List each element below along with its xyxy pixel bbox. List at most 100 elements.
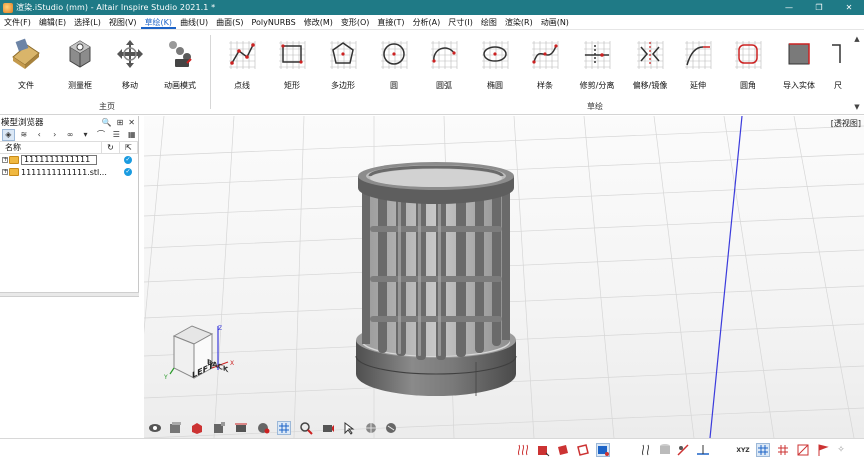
sphere-icon[interactable] — [256, 421, 270, 435]
visible-check-icon[interactable]: ✓ — [124, 156, 132, 164]
edge-select-icon[interactable] — [576, 443, 590, 457]
menu-analysis[interactable]: 分析(A) — [409, 16, 445, 29]
plane-icon[interactable] — [796, 443, 810, 457]
heat-icon[interactable] — [516, 443, 530, 457]
measure-button[interactable]: 测量框 — [57, 37, 103, 95]
tree-row[interactable]: + 1111111111111 ✓ — [0, 154, 138, 166]
menu-curve[interactable]: 曲线(U) — [176, 16, 212, 29]
snap-xyz-label[interactable]: XYZ — [736, 443, 750, 457]
extend-label: 延伸 — [690, 81, 706, 90]
flag-icon[interactable] — [816, 443, 830, 457]
grid-red-icon[interactable] — [776, 443, 790, 457]
trim-split-button[interactable]: 修剪/分离 — [574, 37, 620, 95]
link-icon[interactable]: ∞ — [64, 129, 76, 141]
chevron-down-icon[interactable]: ▾ — [79, 129, 91, 141]
offset-mirror-button[interactable]: 偏移/镜像 — [627, 37, 673, 95]
part-select-icon[interactable] — [596, 443, 610, 457]
expand-icon[interactable]: + — [2, 157, 8, 163]
grid-icon[interactable]: ▦ — [126, 129, 138, 141]
chevron-left-icon[interactable]: ‹ — [33, 129, 45, 141]
menu-select[interactable]: 选择(L) — [70, 16, 105, 29]
dimension-button[interactable]: 尺 — [828, 37, 848, 95]
close-button[interactable]: ✕ — [834, 0, 864, 15]
extend-button[interactable]: 延伸 — [675, 37, 721, 95]
circle-label: 圆 — [390, 81, 398, 90]
move-icon — [113, 37, 147, 71]
ellipse-button[interactable]: 椭圆 — [472, 37, 518, 95]
pin-icon[interactable]: ⊞ — [117, 118, 124, 127]
close-icon[interactable]: ✕ — [128, 118, 135, 127]
rectangle-button[interactable]: 矩形 — [269, 37, 315, 95]
name-column-header[interactable]: 名称 — [0, 141, 102, 154]
visibility-column-icon[interactable]: ↻ — [102, 141, 120, 154]
curve-icon[interactable]: ⌒ — [95, 129, 107, 141]
arc-button[interactable]: 圆弧 — [421, 37, 467, 95]
menu-surface[interactable]: 曲面(S) — [212, 16, 247, 29]
menu-edit[interactable]: 编辑(E) — [35, 16, 70, 29]
eye-icon[interactable] — [148, 421, 162, 435]
globe-icon[interactable] — [364, 421, 378, 435]
axis-y-label: Y — [164, 374, 168, 381]
isolate-icon[interactable] — [212, 421, 226, 435]
menu-drawing[interactable]: 绘图 — [477, 16, 501, 29]
file-button[interactable]: 文件 — [3, 37, 49, 95]
file-label: 文件 — [18, 81, 34, 90]
face-select-icon[interactable] — [556, 443, 570, 457]
status-bar: XYZ ✧ — [0, 438, 864, 460]
scroll-down-icon[interactable]: ▼ — [854, 103, 859, 111]
selection-column-icon[interactable]: ⇱ — [120, 141, 138, 154]
snap-icon[interactable] — [640, 443, 654, 457]
animation-mode-button[interactable]: 动画模式 — [157, 37, 203, 95]
zoom-icon[interactable] — [299, 421, 313, 435]
grid-snap-icon[interactable] — [756, 443, 770, 457]
box-select-icon[interactable] — [536, 443, 550, 457]
section-icon[interactable] — [234, 421, 248, 435]
pointer-icon[interactable] — [342, 421, 356, 435]
search-icon[interactable]: 🔍 — [102, 118, 112, 127]
expand-icon[interactable]: + — [2, 169, 8, 175]
minimize-button[interactable]: — — [774, 0, 804, 15]
list-icon[interactable]: ☰ — [110, 129, 122, 141]
shaded-icon[interactable] — [168, 421, 182, 435]
offset-mirror-icon — [633, 37, 667, 71]
layers-tab-icon[interactable]: ≋ — [18, 129, 30, 141]
import-solid-button[interactable]: 导入实体 — [776, 37, 822, 95]
tree-row-name[interactable]: 1111111111111 — [21, 155, 97, 165]
chevron-right-icon[interactable]: › — [48, 129, 60, 141]
menu-animation[interactable]: 动画(N) — [537, 16, 573, 29]
mirror-icon[interactable] — [676, 443, 690, 457]
view-name-label[interactable]: [透视图] — [831, 118, 861, 129]
cylinder-icon[interactable] — [658, 443, 672, 457]
restore-button[interactable]: ❐ — [804, 0, 834, 15]
visible-check-icon[interactable]: ✓ — [124, 168, 132, 176]
camera-icon[interactable] — [321, 421, 335, 435]
tree-row-name[interactable]: 1111111111111.stl... — [21, 168, 107, 177]
menu-view[interactable]: 视图(V) — [105, 16, 141, 29]
model-tab-icon[interactable]: ◈ — [2, 128, 15, 141]
tree-row[interactable]: + 1111111111111.stl... ✓ — [0, 166, 138, 178]
menu-render[interactable]: 渲染(R) — [501, 16, 537, 29]
polygon-button[interactable]: 多边形 — [320, 37, 366, 95]
point-line-button[interactable]: 点线 — [219, 37, 265, 95]
environment-icon[interactable] — [384, 421, 398, 435]
circle-button[interactable]: 圆 — [371, 37, 417, 95]
menu-modify[interactable]: 修改(M) — [300, 16, 337, 29]
grid-toggle-icon[interactable] — [277, 421, 291, 435]
file-icon — [9, 37, 43, 71]
spline-button[interactable]: 样条 — [522, 37, 568, 95]
settings-gear-icon[interactable]: ✧ — [834, 443, 848, 457]
menu-file[interactable]: 文件(F) — [0, 16, 35, 29]
menu-dimension[interactable]: 尺寸(I) — [444, 16, 477, 29]
scroll-up-icon[interactable]: ▲ — [854, 35, 859, 43]
fillet-button[interactable]: 圆角 — [725, 37, 771, 95]
menu-polynurbs[interactable]: PolyNURBS — [248, 16, 300, 29]
menu-direct[interactable]: 直接(T) — [373, 16, 408, 29]
menu-sketch[interactable]: 草绘(K) — [140, 16, 177, 29]
ribbon-scroll[interactable]: ▲ ▼ — [850, 31, 864, 115]
render-icon[interactable] — [190, 421, 204, 435]
browser-header: 模型浏览器 🔍 ⊞ ✕ — [0, 116, 138, 129]
move-button[interactable]: 移动 — [107, 37, 153, 95]
3d-viewport[interactable]: [透视图] BACK LEFT Z X Y — [144, 116, 864, 438]
menu-deform[interactable]: 变形(O) — [337, 16, 374, 29]
ground-plane-icon[interactable] — [696, 443, 710, 457]
